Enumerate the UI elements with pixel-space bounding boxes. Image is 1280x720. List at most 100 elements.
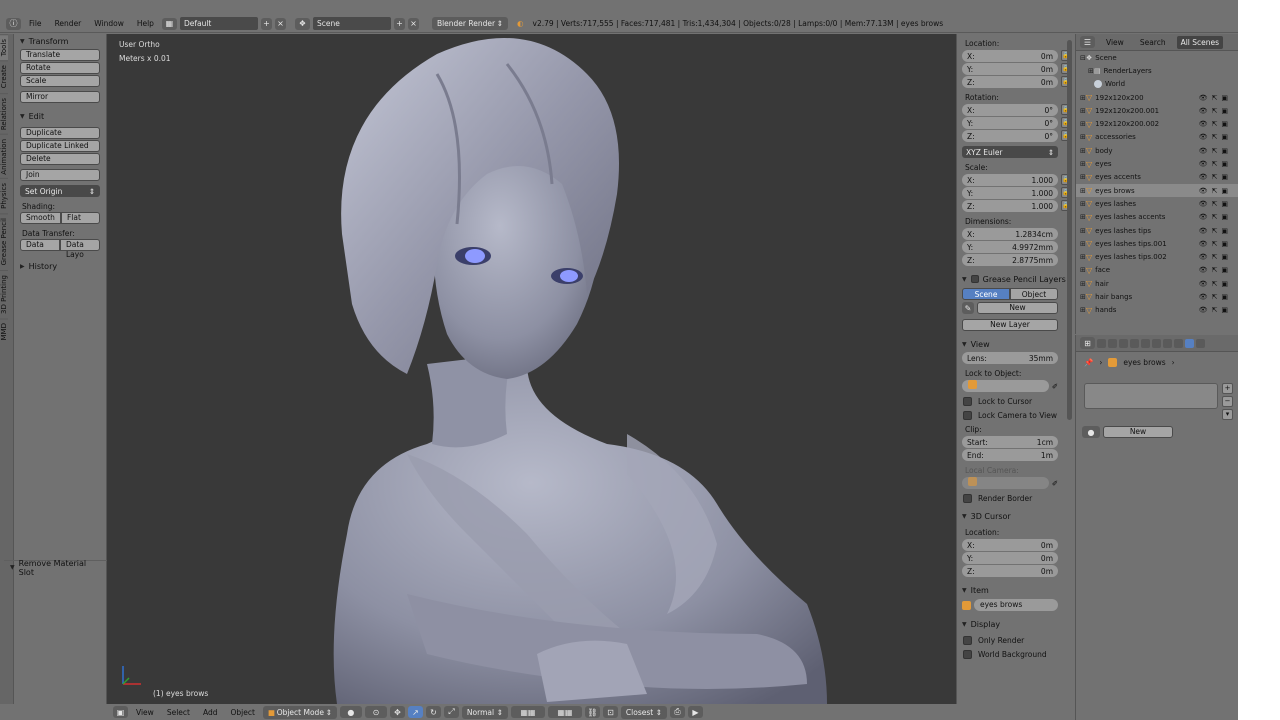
material-tab-icon[interactable] bbox=[1185, 338, 1194, 348]
duplicate-button[interactable]: Duplicate bbox=[20, 127, 100, 139]
new-material-button[interactable]: New bbox=[1103, 426, 1173, 438]
checkbox-box[interactable] bbox=[963, 411, 972, 420]
outliner-row-world[interactable]: World bbox=[1076, 78, 1238, 91]
menu-select[interactable]: Select bbox=[162, 708, 195, 717]
checkbox-box[interactable] bbox=[963, 636, 972, 645]
properties-scrollbar[interactable] bbox=[1067, 40, 1072, 420]
render-tab-icon[interactable] bbox=[1097, 338, 1106, 348]
eye-icon[interactable]: 👁 bbox=[1199, 253, 1208, 261]
camera-render-icon[interactable]: ▣ bbox=[1221, 133, 1228, 141]
cursor-select-icon[interactable]: ⇱ bbox=[1212, 187, 1218, 195]
checkbox-box[interactable] bbox=[963, 650, 972, 659]
camera-render-icon[interactable]: ▣ bbox=[1221, 107, 1228, 115]
cursor-select-icon[interactable]: ⇱ bbox=[1212, 133, 1218, 141]
outliner-row-scene[interactable]: ⊟ ❖ Scene bbox=[1076, 51, 1238, 64]
render-still-icon[interactable]: ⎙ bbox=[669, 706, 685, 718]
world-tab-icon[interactable] bbox=[1130, 338, 1139, 348]
remove-scene-icon[interactable]: × bbox=[407, 17, 419, 30]
outliner-search-menu[interactable]: Search bbox=[1135, 38, 1171, 47]
outliner-row-object[interactable]: ⊞ ▽ eyes brows 👁 ⇱ ▣ bbox=[1076, 183, 1238, 198]
cursor-select-icon[interactable]: ⇱ bbox=[1212, 147, 1218, 155]
outliner-row-object[interactable]: ⊞ ▽ eyes lashes 👁 ⇱ ▣ bbox=[1076, 197, 1238, 210]
camera-render-icon[interactable]: ▣ bbox=[1221, 306, 1228, 314]
camera-render-icon[interactable]: ▣ bbox=[1221, 280, 1228, 288]
scale-y-field[interactable]: Y: 1.000 🔒 bbox=[962, 187, 1071, 199]
cursor-select-icon[interactable]: ⇱ bbox=[1212, 306, 1218, 314]
grease-pencil-layers-header[interactable]: ▼ Grease Pencil Layers bbox=[957, 272, 1074, 286]
cursor-select-icon[interactable]: ⇱ bbox=[1212, 293, 1218, 301]
cursor-select-icon[interactable]: ⇱ bbox=[1212, 240, 1218, 248]
eye-icon[interactable]: 👁 bbox=[1199, 187, 1208, 195]
mirror-button[interactable]: Mirror bbox=[20, 91, 100, 103]
lens-field[interactable]: Lens: 35mm bbox=[962, 352, 1058, 364]
smooth-button[interactable]: Smooth bbox=[20, 212, 61, 224]
eye-icon[interactable]: 👁 bbox=[1199, 227, 1208, 235]
camera-render-icon[interactable]: ▣ bbox=[1221, 200, 1228, 208]
camera-render-icon[interactable]: ▣ bbox=[1221, 187, 1228, 195]
tab-create[interactable]: Create bbox=[0, 60, 8, 93]
eye-icon[interactable]: 👁 bbox=[1199, 240, 1208, 248]
outliner-row-object[interactable]: ⊞ ▽ 192x120x200.001 👁 ⇱ ▣ bbox=[1076, 104, 1238, 117]
eye-icon[interactable]: 👁 bbox=[1199, 160, 1208, 168]
cursor-select-icon[interactable]: ⇱ bbox=[1212, 280, 1218, 288]
camera-render-icon[interactable]: ▣ bbox=[1221, 266, 1228, 274]
layers-grid-icon[interactable]: ▦▦ bbox=[510, 706, 545, 718]
delete-button[interactable]: Delete bbox=[20, 153, 100, 165]
eye-icon[interactable]: 👁 bbox=[1199, 266, 1208, 274]
outliner-row-renderlayers[interactable]: ⊞ ▤ RenderLayers bbox=[1076, 64, 1238, 77]
cursor-y-field[interactable]: Y: 0m bbox=[962, 552, 1058, 564]
gp-new-button[interactable]: New bbox=[977, 302, 1058, 314]
pin-icon[interactable]: 📌 bbox=[1084, 358, 1093, 367]
lock-to-cursor-checkbox[interactable]: Lock to Cursor bbox=[963, 397, 1074, 406]
cursor-select-icon[interactable]: ⇱ bbox=[1212, 253, 1218, 261]
camera-render-icon[interactable]: ▣ bbox=[1221, 253, 1228, 261]
camera-render-icon[interactable]: ▣ bbox=[1221, 120, 1228, 128]
cursor-select-icon[interactable]: ⇱ bbox=[1212, 94, 1218, 102]
outliner-row-object[interactable]: ⊞ ▽ eyes 👁 ⇱ ▣ bbox=[1076, 157, 1238, 170]
dimensions-z-field[interactable]: Z: 2.8775mm bbox=[962, 254, 1058, 266]
3d-cursor-panel-header[interactable]: ▼ 3D Cursor bbox=[957, 509, 1074, 523]
rotation-mode-dropdown[interactable]: XYZ Euler ⇕ bbox=[962, 146, 1058, 158]
history-panel-header[interactable]: ▶ History bbox=[14, 259, 106, 273]
dimensions-y-field[interactable]: Y: 4.9972mm bbox=[962, 241, 1058, 253]
slot-menu-icon[interactable]: ▾ bbox=[1222, 409, 1233, 420]
gp-object-button[interactable]: Object bbox=[1010, 288, 1058, 300]
cursor-select-icon[interactable]: ⇱ bbox=[1212, 173, 1218, 181]
eye-icon[interactable]: 👁 bbox=[1199, 280, 1208, 288]
tab-animation[interactable]: Animation bbox=[0, 133, 8, 179]
remove-slot-icon[interactable]: − bbox=[1222, 396, 1233, 407]
duplicate-linked-button[interactable]: Duplicate Linked bbox=[20, 140, 100, 152]
scale-z-field[interactable]: Z: 1.000 🔒 bbox=[962, 200, 1071, 212]
view-panel-header[interactable]: ▼ View bbox=[957, 337, 1074, 351]
menu-help[interactable]: Help bbox=[132, 19, 159, 28]
translate-button[interactable]: Translate bbox=[20, 49, 100, 61]
tab-grease-pencil[interactable]: Grease Pencil bbox=[0, 213, 8, 270]
tab-physics[interactable]: Physics bbox=[0, 178, 8, 214]
rotate-manipulator-icon[interactable]: ↻ bbox=[425, 706, 441, 718]
last-operator-panel[interactable]: ▼ Remove Material Slot bbox=[4, 559, 107, 577]
scene-tab-icon[interactable] bbox=[1119, 338, 1128, 348]
tab-tools[interactable]: Tools bbox=[0, 34, 8, 61]
cursor-select-icon[interactable]: ⇱ bbox=[1212, 120, 1218, 128]
cursor-x-field[interactable]: X: 0m bbox=[962, 539, 1058, 551]
checkbox-box[interactable] bbox=[963, 494, 972, 503]
gp-scene-button[interactable]: Scene bbox=[962, 288, 1010, 300]
outliner-row-object[interactable]: ⊞ ▽ 192x120x200 👁 ⇱ ▣ bbox=[1076, 91, 1238, 104]
manipulator-icon[interactable]: ✥ bbox=[389, 706, 405, 718]
orientation-dropdown[interactable]: Normal ⇕ bbox=[461, 705, 508, 719]
cursor-select-icon[interactable]: ⇱ bbox=[1212, 200, 1218, 208]
display-mode-dropdown[interactable]: All Scenes bbox=[1176, 35, 1224, 49]
viewport-shading-icon[interactable]: ● bbox=[339, 706, 362, 718]
menu-render[interactable]: Render bbox=[50, 19, 87, 28]
edit-panel-header[interactable]: ▼ Edit bbox=[14, 109, 106, 123]
menu-window[interactable]: Window bbox=[89, 19, 129, 28]
lock-object-input[interactable] bbox=[962, 380, 1049, 392]
layers-grid-icon[interactable]: ▦▦ bbox=[547, 706, 582, 718]
eye-icon[interactable]: 👁 bbox=[1199, 173, 1208, 181]
menu-view[interactable]: View bbox=[131, 708, 159, 717]
add-layout-icon[interactable]: + bbox=[260, 17, 272, 30]
cursor-select-icon[interactable]: ⇱ bbox=[1212, 227, 1218, 235]
only-render-checkbox[interactable]: Only Render bbox=[963, 636, 1074, 645]
snap-target-dropdown[interactable]: Closest ⇕ bbox=[620, 705, 667, 719]
gp-new-layer-button[interactable]: New Layer bbox=[962, 319, 1058, 331]
